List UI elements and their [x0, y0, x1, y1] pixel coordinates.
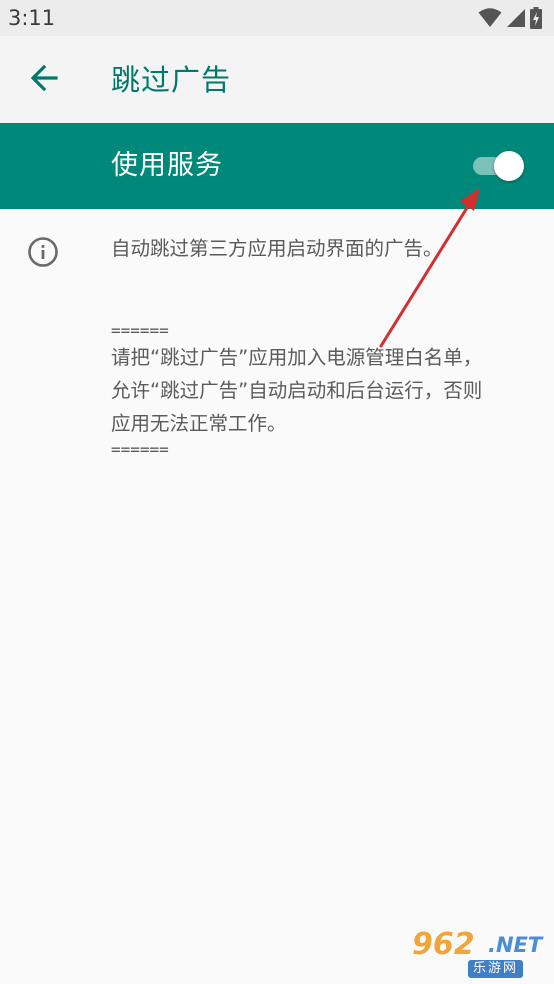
watermark-number: 962 — [412, 927, 475, 962]
back-button[interactable] — [22, 58, 66, 102]
status-time: 3:11 — [8, 6, 56, 30]
status-bar: 3:11 — [0, 0, 554, 36]
info-whitelist-line-2: 允许“跳过广告”自动启动和后台运行，否则 — [111, 379, 483, 402]
info-summary: 自动跳过第三方应用启动界面的广告。 — [111, 237, 443, 260]
toggle-thumb — [494, 151, 524, 181]
app-bar: 跳过广告 — [0, 36, 554, 123]
arrow-left-icon — [29, 63, 59, 97]
watermark-name: 乐游网 — [468, 960, 524, 978]
info-separator-bottom: ====== — [111, 440, 169, 459]
service-switch-label: 使用服务 — [111, 150, 223, 181]
service-switch-bar[interactable]: 使用服务 — [0, 123, 554, 209]
info-icon — [27, 236, 59, 268]
page-title: 跳过广告 — [111, 63, 232, 97]
info-whitelist-line-1: 请把“跳过广告”应用加入电源管理白名单， — [111, 346, 483, 369]
service-toggle[interactable] — [470, 151, 526, 181]
watermark-suffix: .NET — [488, 933, 543, 957]
battery-charging-icon — [530, 7, 542, 29]
status-icons — [478, 6, 542, 30]
watermark-logo: 962 .NET 乐游网 — [412, 928, 548, 980]
cell-signal-icon — [506, 8, 526, 28]
wifi-icon — [478, 8, 502, 28]
